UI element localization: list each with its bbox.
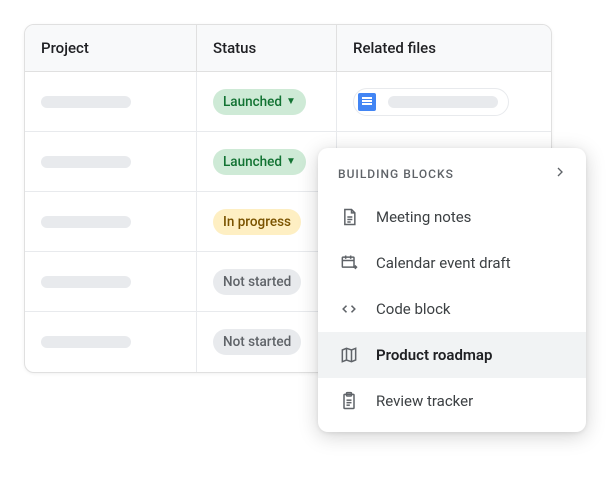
menu-item-review-tracker[interactable]: Review tracker	[318, 378, 586, 424]
cell-project	[25, 72, 197, 131]
document-icon	[338, 206, 360, 228]
status-label: Not started	[223, 334, 291, 350]
status-chip[interactable]: In progress	[213, 209, 301, 235]
project-name-placeholder	[41, 336, 131, 348]
menu-item-label: Product roadmap	[376, 346, 492, 364]
table-header-row: Project Status Related files	[25, 25, 551, 72]
cell-project	[25, 252, 197, 311]
cell-status: Not started	[197, 312, 337, 372]
menu-item-code-block[interactable]: Code block	[318, 286, 586, 332]
menu-title: BUILDING BLOCKS	[338, 167, 454, 181]
clipboard-icon	[338, 390, 360, 412]
project-name-placeholder	[41, 156, 131, 168]
status-label: Not started	[223, 274, 291, 290]
code-icon	[338, 298, 360, 320]
building-blocks-menu: BUILDING BLOCKS Meeting notes Calendar e…	[318, 148, 586, 432]
file-name-placeholder	[388, 96, 498, 108]
project-name-placeholder	[41, 276, 131, 288]
file-chip[interactable]	[353, 88, 509, 116]
cell-status: Not started	[197, 252, 337, 311]
header-related-files: Related files	[337, 25, 551, 71]
header-status: Status	[197, 25, 337, 71]
chevron-right-icon	[552, 164, 568, 184]
status-chip[interactable]: Not started	[213, 269, 301, 295]
cell-status: Launched ▼	[197, 72, 337, 131]
menu-item-label: Meeting notes	[376, 208, 471, 226]
google-docs-icon	[358, 93, 376, 111]
cell-project	[25, 192, 197, 251]
menu-item-label: Review tracker	[376, 392, 473, 410]
cell-project	[25, 312, 197, 372]
status-label: In progress	[223, 214, 291, 230]
status-chip[interactable]: Launched ▼	[213, 149, 306, 175]
cell-project	[25, 132, 197, 191]
menu-item-label: Calendar event draft	[376, 254, 511, 272]
status-chip[interactable]: Not started	[213, 329, 301, 355]
cell-status: In progress	[197, 192, 337, 251]
cell-status: Launched ▼	[197, 132, 337, 191]
chevron-down-icon: ▼	[286, 97, 296, 107]
project-name-placeholder	[41, 96, 131, 108]
menu-item-label: Code block	[376, 300, 451, 318]
status-label: Launched	[223, 154, 282, 170]
cell-related-files	[337, 72, 551, 131]
menu-item-calendar-draft[interactable]: Calendar event draft	[318, 240, 586, 286]
header-project: Project	[25, 25, 197, 71]
status-label: Launched	[223, 94, 282, 110]
project-name-placeholder	[41, 216, 131, 228]
status-chip[interactable]: Launched ▼	[213, 89, 306, 115]
menu-item-product-roadmap[interactable]: Product roadmap	[318, 332, 586, 378]
menu-item-meeting-notes[interactable]: Meeting notes	[318, 194, 586, 240]
calendar-draft-icon	[338, 252, 360, 274]
menu-header[interactable]: BUILDING BLOCKS	[318, 148, 586, 194]
map-icon	[338, 344, 360, 366]
chevron-down-icon: ▼	[286, 157, 296, 167]
table-row: Launched ▼	[25, 72, 551, 132]
